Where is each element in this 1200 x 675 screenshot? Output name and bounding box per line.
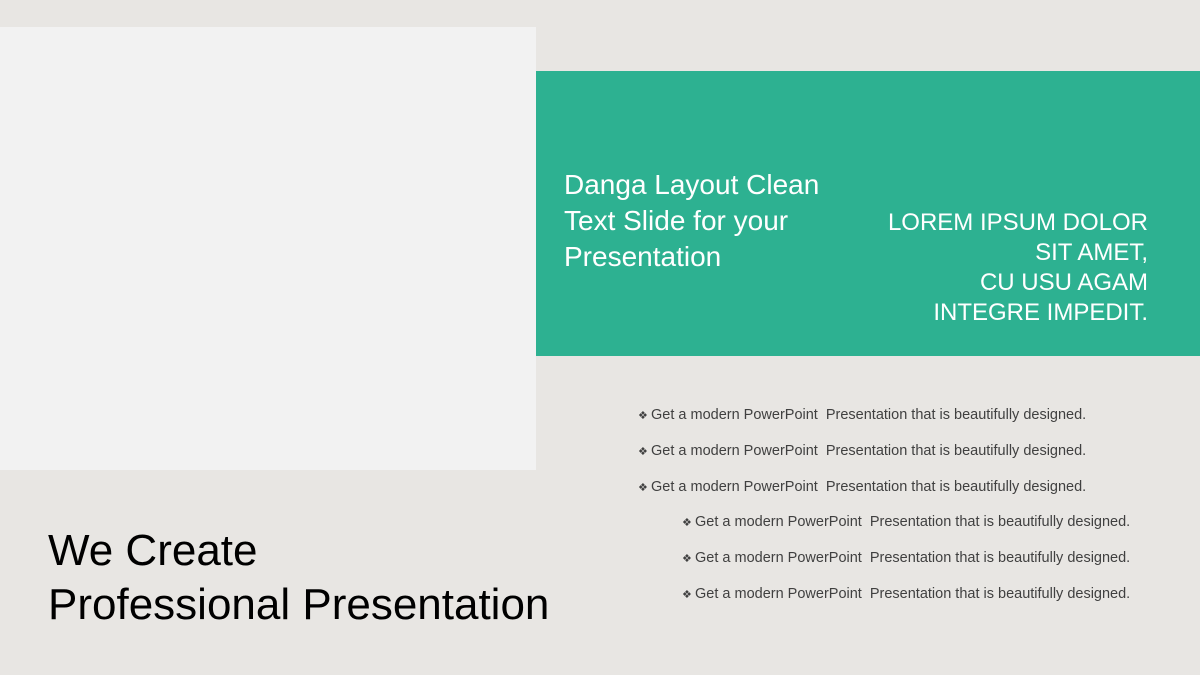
bullet-text-part2: Presentation that is beautifully designe…: [869, 514, 1131, 530]
main-heading[interactable]: We Create Professional Presentation: [48, 524, 549, 632]
bullet-text-part1: Get a modern PowerPoint: [695, 586, 862, 602]
four-diamond-bullet-icon: ❖: [638, 482, 648, 494]
slide: Danga Layout Clean Text Slide for your P…: [0, 0, 1200, 675]
bullet-text-part1: Get a modern PowerPoint: [651, 443, 818, 459]
four-diamond-bullet-icon: ❖: [682, 589, 692, 601]
bullet-item[interactable]: ❖ Get a modern PowerPoint Presentation tha…: [682, 513, 1130, 532]
bullet-text-part1: Get a modern PowerPoint: [695, 550, 862, 566]
bullet-text-part1: Get a modern PowerPoint: [651, 479, 818, 495]
band-quote-line: SIT AMET,: [1035, 239, 1148, 266]
main-heading-line-1: We Create: [48, 526, 258, 575]
band-quote-line: LOREM IPSUM DOLOR: [887, 209, 1148, 236]
band-quote[interactable]: LOREM IPSUM DOLOR SIT AMET, CU USU AGAM …: [828, 208, 1148, 328]
main-heading-line-2: Professional Presentation: [48, 580, 550, 629]
bullet-text-part1: Get a modern PowerPoint: [695, 514, 862, 530]
bullet-item[interactable]: ❖ Get a modern PowerPoint Presentation tha…: [682, 585, 1130, 604]
four-diamond-bullet-icon: ❖: [682, 517, 692, 529]
bullet-text-part2: Presentation that is beautifully designe…: [825, 479, 1087, 495]
image-placeholder[interactable]: [0, 27, 536, 470]
band-quote-line: CU USU AGAM: [979, 269, 1148, 296]
four-diamond-bullet-icon: ❖: [638, 410, 648, 422]
bullet-text-part2: Presentation that is beautifully designe…: [825, 407, 1087, 423]
bullet-item[interactable]: ❖ Get a modern PowerPoint Presentation tha…: [682, 549, 1130, 568]
bullet-item[interactable]: ❖ Get a modern PowerPoint Presentation tha…: [638, 442, 1086, 461]
bullet-text-part2: Presentation that is beautifully designe…: [825, 443, 1087, 459]
bullet-text-part1: Get a modern PowerPoint: [651, 407, 818, 423]
four-diamond-bullet-icon: ❖: [682, 553, 692, 565]
bullet-text-part2: Presentation that is beautifully designe…: [869, 586, 1131, 602]
bullet-text-part2: Presentation that is beautifully designe…: [869, 550, 1131, 566]
green-content-band: Danga Layout Clean Text Slide for your P…: [536, 71, 1200, 356]
four-diamond-bullet-icon: ❖: [638, 446, 648, 458]
band-quote-line: INTEGRE IMPEDIT.: [933, 299, 1148, 326]
band-title[interactable]: Danga Layout Clean Text Slide for your P…: [564, 167, 824, 275]
bullet-item[interactable]: ❖ Get a modern PowerPoint Presentation tha…: [638, 406, 1086, 425]
bullet-item[interactable]: ❖ Get a modern PowerPoint Presentation tha…: [638, 478, 1086, 497]
